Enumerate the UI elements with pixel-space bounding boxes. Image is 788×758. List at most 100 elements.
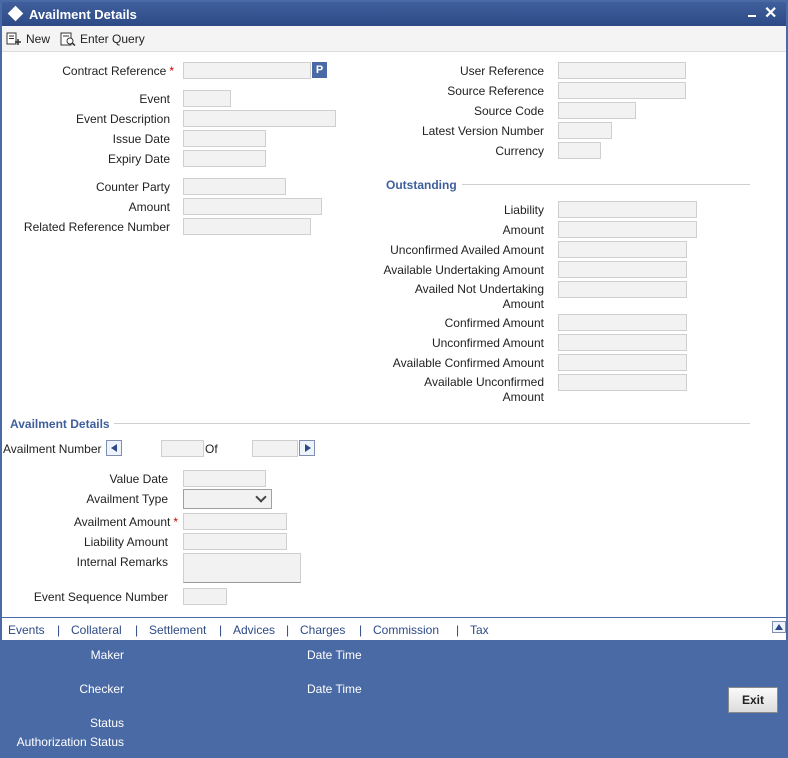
unconfirmed-amount-input[interactable] bbox=[558, 334, 687, 351]
value-date-label: Value Date bbox=[109, 472, 168, 486]
user-reference-label: User Reference bbox=[459, 64, 544, 78]
available-undertaking-amount-label: Available Undertaking Amount bbox=[383, 263, 544, 277]
close-icon[interactable]: ✕ bbox=[764, 3, 777, 23]
maker-date-time-label: Date Time bbox=[307, 648, 362, 662]
availment-details-divider bbox=[114, 423, 750, 424]
user-reference-input[interactable] bbox=[558, 62, 686, 79]
contract-reference-lov-button[interactable]: P bbox=[312, 62, 327, 78]
tab-charges[interactable]: Charges bbox=[300, 623, 345, 637]
event-sequence-number-input[interactable] bbox=[183, 588, 227, 605]
outstanding-amount-input[interactable] bbox=[558, 221, 697, 238]
tab-settlement[interactable]: Settlement bbox=[149, 623, 206, 637]
minimize-icon[interactable] bbox=[746, 7, 758, 21]
audit-footer: Maker Date Time Checker Date Time Status… bbox=[2, 641, 786, 756]
available-unconfirmed-amount-input[interactable] bbox=[558, 374, 687, 391]
internal-remarks-textarea[interactable] bbox=[183, 553, 301, 583]
outstanding-section-title: Outstanding bbox=[386, 178, 457, 192]
available-confirmed-amount-input[interactable] bbox=[558, 354, 687, 371]
liability-amount-input[interactable] bbox=[183, 533, 287, 550]
next-icon[interactable] bbox=[299, 440, 315, 456]
tab-separator: | bbox=[286, 623, 290, 637]
counter-party-input[interactable] bbox=[183, 178, 286, 195]
issue-date-input[interactable] bbox=[183, 130, 266, 147]
availment-amount-label: Availment Amount * bbox=[73, 515, 178, 529]
availment-type-label: Availment Type bbox=[86, 492, 168, 506]
available-undertaking-amount-input[interactable] bbox=[558, 261, 687, 278]
amount-label: Amount bbox=[128, 200, 170, 214]
availment-details-window: Availment Details ✕ New Enter Query Cont… bbox=[0, 0, 788, 758]
outstanding-amount-label: Amount bbox=[502, 223, 544, 237]
of-label: Of bbox=[205, 442, 218, 456]
availment-amount-input[interactable] bbox=[183, 513, 287, 530]
window-title: Availment Details bbox=[29, 7, 137, 22]
value-date-input[interactable] bbox=[183, 470, 266, 487]
availed-not-undertaking-amount-label: Availed Not Undertaking Amount bbox=[414, 282, 544, 311]
liability-amount-label: Liability Amount bbox=[83, 535, 168, 549]
diamond-icon bbox=[7, 5, 24, 22]
currency-label: Currency bbox=[495, 144, 544, 158]
availment-number-total-input[interactable] bbox=[252, 440, 298, 457]
new-button[interactable]: New bbox=[6, 30, 50, 48]
contract-reference-input[interactable] bbox=[183, 62, 311, 79]
outstanding-divider bbox=[462, 184, 750, 185]
related-reference-number-input[interactable] bbox=[183, 218, 311, 235]
contract-reference-label: Contract Reference * bbox=[62, 64, 174, 78]
previous-icon[interactable] bbox=[106, 440, 122, 456]
internal-remarks-label: Internal Remarks bbox=[76, 555, 168, 569]
latest-version-number-input[interactable] bbox=[558, 122, 612, 139]
related-reference-number-label: Related Reference Number bbox=[23, 220, 170, 234]
checker-date-time-label: Date Time bbox=[307, 682, 362, 696]
source-reference-input[interactable] bbox=[558, 82, 686, 99]
availment-number-current-input[interactable] bbox=[161, 440, 204, 457]
enter-query-button[interactable]: Enter Query bbox=[60, 30, 145, 48]
tab-commission[interactable]: Commission bbox=[373, 623, 439, 637]
tab-separator: | bbox=[219, 623, 223, 637]
exit-button[interactable]: Exit bbox=[728, 687, 778, 713]
source-code-input[interactable] bbox=[558, 102, 636, 119]
event-label: Event bbox=[139, 92, 170, 106]
expiry-date-label: Expiry Date bbox=[107, 152, 170, 166]
tab-separator: | bbox=[359, 623, 363, 637]
event-description-input[interactable] bbox=[183, 110, 336, 127]
enter-query-icon bbox=[60, 32, 76, 46]
availed-not-undertaking-amount-input[interactable] bbox=[558, 281, 687, 298]
maker-label: Maker bbox=[90, 648, 124, 662]
tab-advices[interactable]: Advices bbox=[233, 623, 275, 637]
event-input[interactable] bbox=[183, 90, 231, 107]
chevron-down-icon bbox=[255, 491, 267, 503]
latest-version-number-label: Latest Version Number bbox=[421, 124, 544, 138]
toolbar: New Enter Query bbox=[2, 26, 786, 52]
outstanding-liability-input[interactable] bbox=[558, 201, 697, 218]
expiry-date-input[interactable] bbox=[183, 150, 266, 167]
source-code-label: Source Code bbox=[473, 104, 544, 118]
amount-input[interactable] bbox=[183, 198, 322, 215]
unconfirmed-availed-amount-label: Unconfirmed Availed Amount bbox=[390, 243, 544, 257]
scroll-up-icon[interactable] bbox=[772, 621, 786, 633]
event-description-label: Event Description bbox=[75, 112, 170, 126]
subsystem-tab-bar: Events | Collateral | Settlement | Advic… bbox=[2, 617, 786, 641]
confirmed-amount-input[interactable] bbox=[558, 314, 687, 331]
available-unconfirmed-amount-label: Available Unconfirmed Amount bbox=[424, 375, 544, 404]
tab-events[interactable]: Events bbox=[8, 623, 45, 637]
tab-tax[interactable]: Tax bbox=[470, 623, 489, 637]
availment-type-select[interactable] bbox=[183, 489, 272, 509]
confirmed-amount-label: Confirmed Amount bbox=[444, 316, 544, 330]
new-icon bbox=[6, 32, 21, 45]
unconfirmed-amount-label: Unconfirmed Amount bbox=[431, 336, 544, 350]
outstanding-liability-label: Liability bbox=[503, 203, 544, 217]
availment-details-section-title: Availment Details bbox=[10, 417, 110, 431]
source-reference-label: Source Reference bbox=[447, 84, 544, 98]
authorization-status-label: Authorization Status bbox=[16, 735, 124, 749]
tab-separator: | bbox=[135, 623, 139, 637]
unconfirmed-availed-amount-input[interactable] bbox=[558, 241, 687, 258]
new-label: New bbox=[26, 32, 51, 46]
issue-date-label: Issue Date bbox=[112, 132, 170, 146]
available-confirmed-amount-label: Available Confirmed Amount bbox=[392, 356, 544, 370]
counter-party-label: Counter Party bbox=[95, 180, 170, 194]
tab-collateral[interactable]: Collateral bbox=[71, 623, 122, 637]
checker-label: Checker bbox=[79, 682, 124, 696]
status-label: Status bbox=[89, 716, 124, 730]
title-bar: Availment Details ✕ bbox=[2, 2, 786, 26]
tab-separator: | bbox=[456, 623, 460, 637]
currency-input[interactable] bbox=[558, 142, 601, 159]
